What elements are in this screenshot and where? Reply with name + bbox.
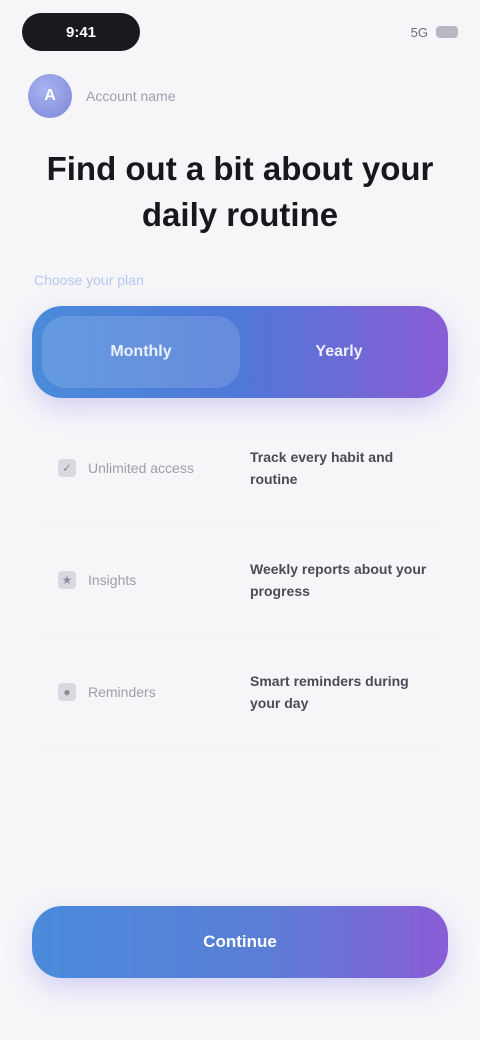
feature-row: ★ Insights Weekly reports about your pro… (40, 524, 440, 636)
plan-option-yearly[interactable]: Yearly (240, 316, 438, 388)
feature-description: Smart reminders during your day (250, 672, 409, 711)
status-time: 9:41 (22, 13, 140, 51)
plan-option-monthly[interactable]: Monthly (42, 316, 240, 388)
status-bar: 9:41 5G (22, 12, 458, 52)
feature-row: ✓ Unlimited access Track every habit and… (40, 412, 440, 524)
plan-section-label: Choose your plan (34, 272, 144, 288)
feature-row: ● Reminders Smart reminders during your … (40, 636, 440, 748)
star-icon: ★ (58, 570, 76, 589)
feature-name: Insights (88, 571, 137, 588)
feature-name: Reminders (88, 683, 156, 700)
check-icon: ✓ (58, 458, 76, 477)
feature-name: Unlimited access (88, 459, 194, 476)
feature-description: Weekly reports about your progress (250, 560, 427, 599)
status-indicators: 5G (411, 25, 458, 40)
continue-button[interactable]: Continue (32, 906, 448, 978)
profile-name: Account name (86, 88, 176, 104)
plan-toggle: Monthly Yearly (32, 306, 448, 398)
avatar[interactable]: A (28, 74, 72, 118)
feature-description: Track every habit and routine (250, 448, 394, 487)
network-label: 5G (410, 24, 428, 40)
page-title: Find out a bit about your daily routine (46, 150, 434, 233)
bell-icon: ● (58, 682, 76, 701)
feature-list: ✓ Unlimited access Track every habit and… (40, 412, 440, 748)
profile-row[interactable]: A Account name (28, 74, 452, 118)
battery-icon (436, 26, 458, 38)
